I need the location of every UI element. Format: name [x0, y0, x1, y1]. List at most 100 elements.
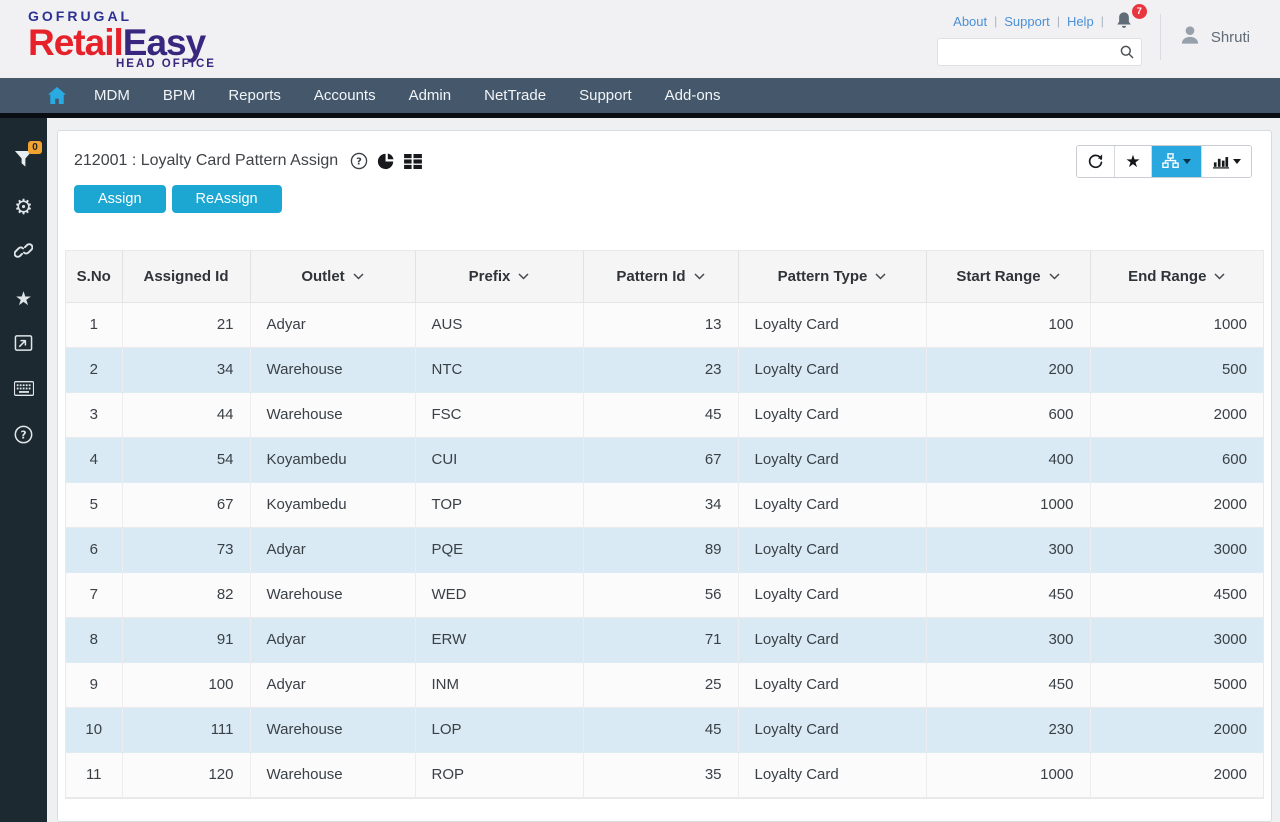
- cell-assigned-id: 82: [122, 572, 250, 617]
- table-row[interactable]: 9100AdyarINM25Loyalty Card4505000: [66, 662, 1263, 707]
- nav-item-support[interactable]: Support: [579, 87, 632, 104]
- table-row[interactable]: 782WarehouseWED56Loyalty Card4504500: [66, 572, 1263, 617]
- table-body: 121AdyarAUS13Loyalty Card1001000234Wareh…: [66, 302, 1263, 797]
- table-row[interactable]: 454KoyambeduCUI67Loyalty Card400600: [66, 437, 1263, 482]
- column-label: S.No: [77, 268, 111, 285]
- cell-start-range: 400: [926, 437, 1090, 482]
- table-row[interactable]: 673AdyarPQE89Loyalty Card3003000: [66, 527, 1263, 572]
- sidebar-item-settings[interactable]: ⚙: [0, 184, 47, 230]
- cell-start-range: 450: [926, 572, 1090, 617]
- cell-start-range: 200: [926, 347, 1090, 392]
- column-header-prefix[interactable]: Prefix: [415, 251, 583, 302]
- nav-item-accounts[interactable]: Accounts: [314, 87, 376, 104]
- favorite-button[interactable]: ★: [1114, 146, 1151, 177]
- cell-s-no: 9: [66, 662, 122, 707]
- sort-chevron-icon: [1049, 273, 1060, 280]
- search-input[interactable]: [937, 38, 1142, 66]
- cell-prefix: WED: [415, 572, 583, 617]
- user-menu[interactable]: Shruti: [1177, 12, 1280, 53]
- nav-item-nettrade[interactable]: NetTrade: [484, 87, 546, 104]
- pie-chart-icon[interactable]: [377, 152, 395, 170]
- nav-item-reports[interactable]: Reports: [228, 87, 281, 104]
- column-header-pattern-type[interactable]: Pattern Type: [738, 251, 926, 302]
- grid-icon[interactable]: [404, 154, 422, 169]
- chart-view-button[interactable]: [1201, 146, 1251, 177]
- cell-outlet: Warehouse: [250, 347, 415, 392]
- cell-start-range: 1000: [926, 482, 1090, 527]
- window-export-icon: [14, 334, 33, 357]
- cell-pattern-type: Loyalty Card: [738, 707, 926, 752]
- header-link-support[interactable]: Support: [1004, 14, 1050, 29]
- assign-button[interactable]: Assign: [74, 185, 166, 213]
- cell-s-no: 7: [66, 572, 122, 617]
- sidebar-item-filter[interactable]: 0: [0, 138, 47, 184]
- cell-assigned-id: 120: [122, 752, 250, 797]
- cell-s-no: 5: [66, 482, 122, 527]
- cell-s-no: 3: [66, 392, 122, 437]
- filter-count-badge: 0: [28, 141, 42, 154]
- table-row[interactable]: 891AdyarERW71Loyalty Card3003000: [66, 617, 1263, 662]
- cell-end-range: 2000: [1090, 707, 1263, 752]
- cell-pattern-type: Loyalty Card: [738, 437, 926, 482]
- sidebar-item-favorites[interactable]: ★: [0, 276, 47, 322]
- cell-end-range: 4500: [1090, 572, 1263, 617]
- notification-count-badge: 7: [1132, 4, 1147, 19]
- column-header-pattern-id[interactable]: Pattern Id: [583, 251, 738, 302]
- link-separator: |: [1101, 14, 1104, 28]
- hierarchy-view-button[interactable]: [1151, 146, 1201, 177]
- cell-pattern-id: 45: [583, 392, 738, 437]
- reassign-button[interactable]: ReAssign: [172, 185, 282, 213]
- keyboard-icon: [14, 381, 34, 401]
- table-row[interactable]: 10111WarehouseLOP45Loyalty Card2302000: [66, 707, 1263, 752]
- nav-item-add-ons[interactable]: Add-ons: [665, 87, 721, 104]
- cell-prefix: LOP: [415, 707, 583, 752]
- link-separator: |: [994, 14, 997, 28]
- table-row[interactable]: 234WarehouseNTC23Loyalty Card200500: [66, 347, 1263, 392]
- sidebar-item-window-export[interactable]: [0, 322, 47, 368]
- cell-prefix: AUS: [415, 302, 583, 347]
- table-head: S.NoAssigned IdOutletPrefixPattern IdPat…: [66, 251, 1263, 302]
- table-row[interactable]: 567KoyambeduTOP34Loyalty Card10002000: [66, 482, 1263, 527]
- nav-item-admin[interactable]: Admin: [409, 87, 452, 104]
- column-label: Prefix: [469, 268, 511, 285]
- table-row[interactable]: 121AdyarAUS13Loyalty Card1001000: [66, 302, 1263, 347]
- sidebar-item-link[interactable]: [0, 230, 47, 276]
- user-name: Shruti: [1211, 29, 1250, 46]
- cell-pattern-id: 67: [583, 437, 738, 482]
- column-header-end-range[interactable]: End Range: [1090, 251, 1263, 302]
- cell-end-range: 1000: [1090, 302, 1263, 347]
- table-row[interactable]: 11120WarehouseROP35Loyalty Card10002000: [66, 752, 1263, 797]
- help-icon[interactable]: ?: [350, 152, 368, 170]
- app-body: 0 ⚙ ★: [0, 118, 1280, 822]
- column-header-outlet[interactable]: Outlet: [250, 251, 415, 302]
- home-icon[interactable]: [48, 87, 66, 104]
- column-header-start-range[interactable]: Start Range: [926, 251, 1090, 302]
- sidebar-item-keyboard[interactable]: [0, 368, 47, 414]
- cell-pattern-type: Loyalty Card: [738, 527, 926, 572]
- star-icon: ★: [15, 290, 32, 309]
- column-label: Pattern Type: [778, 268, 868, 285]
- cell-start-range: 100: [926, 302, 1090, 347]
- cell-outlet: Warehouse: [250, 392, 415, 437]
- page-title: 212001 : Loyalty Card Pattern Assign: [74, 152, 338, 170]
- cell-outlet: Warehouse: [250, 572, 415, 617]
- bell-icon: [1115, 11, 1133, 30]
- notifications-bell[interactable]: 7: [1115, 11, 1139, 31]
- cell-pattern-id: 45: [583, 707, 738, 752]
- nav-item-bpm[interactable]: BPM: [163, 87, 196, 104]
- nav-item-mdm[interactable]: MDM: [94, 87, 130, 104]
- header-link-about[interactable]: About: [953, 14, 987, 29]
- brand-company: GOFRUGAL: [28, 9, 216, 23]
- header-links: About|Support|Help|7: [953, 12, 1142, 30]
- pattern-table-wrap: S.NoAssigned IdOutletPrefixPattern IdPat…: [65, 250, 1264, 799]
- refresh-button[interactable]: [1077, 146, 1114, 177]
- cell-assigned-id: 100: [122, 662, 250, 707]
- cell-s-no: 10: [66, 707, 122, 752]
- sidebar-item-help[interactable]: ?: [0, 414, 47, 460]
- table-header-row: S.NoAssigned IdOutletPrefixPattern IdPat…: [66, 251, 1263, 302]
- search-icon[interactable]: [1119, 44, 1135, 65]
- cell-pattern-type: Loyalty Card: [738, 392, 926, 437]
- cell-s-no: 8: [66, 617, 122, 662]
- header-link-help[interactable]: Help: [1067, 14, 1094, 29]
- table-row[interactable]: 344WarehouseFSC45Loyalty Card6002000: [66, 392, 1263, 437]
